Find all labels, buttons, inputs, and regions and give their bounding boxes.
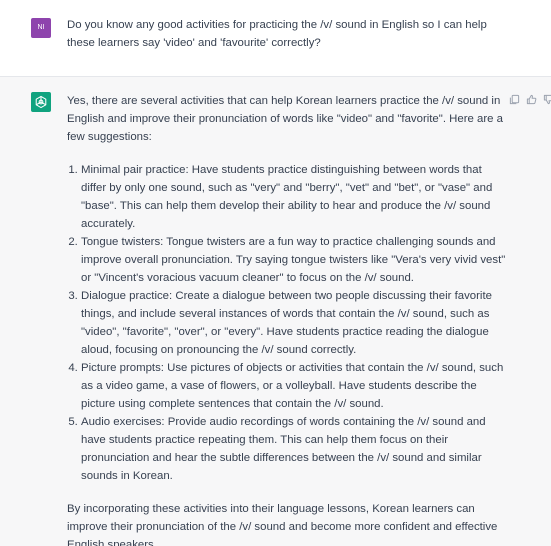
list-item: Picture prompts: Use pictures of objects… [81, 359, 507, 413]
suggestion-list: Minimal pair practice: Have students pra… [67, 161, 507, 485]
thumbs-down-icon[interactable] [543, 92, 551, 105]
chat-transcript: NI Do you know any good activities for p… [0, 0, 551, 546]
openai-logo-icon [35, 95, 47, 109]
assistant-avatar [31, 92, 51, 112]
list-item: Dialogue practice: Create a dialogue bet… [81, 287, 507, 359]
assistant-message-row: Yes, there are several activities that c… [0, 77, 551, 546]
list-item: Minimal pair practice: Have students pra… [81, 161, 507, 233]
message-actions [509, 92, 551, 105]
user-avatar: NI [31, 18, 51, 38]
assistant-intro-paragraph: Yes, there are several activities that c… [67, 95, 503, 143]
copy-icon[interactable] [509, 92, 520, 105]
user-message-text: Do you know any good activities for prac… [67, 19, 487, 49]
list-item: Audio exercises: Provide audio recording… [81, 413, 507, 485]
assistant-message-body: Yes, there are several activities that c… [67, 92, 507, 546]
assistant-conclusion-paragraph: By incorporating these activities into t… [67, 503, 498, 546]
user-message-row: NI Do you know any good activities for p… [0, 0, 551, 77]
thumbs-up-icon[interactable] [526, 92, 537, 105]
list-item: Tongue twisters: Tongue twisters are a f… [81, 233, 507, 287]
